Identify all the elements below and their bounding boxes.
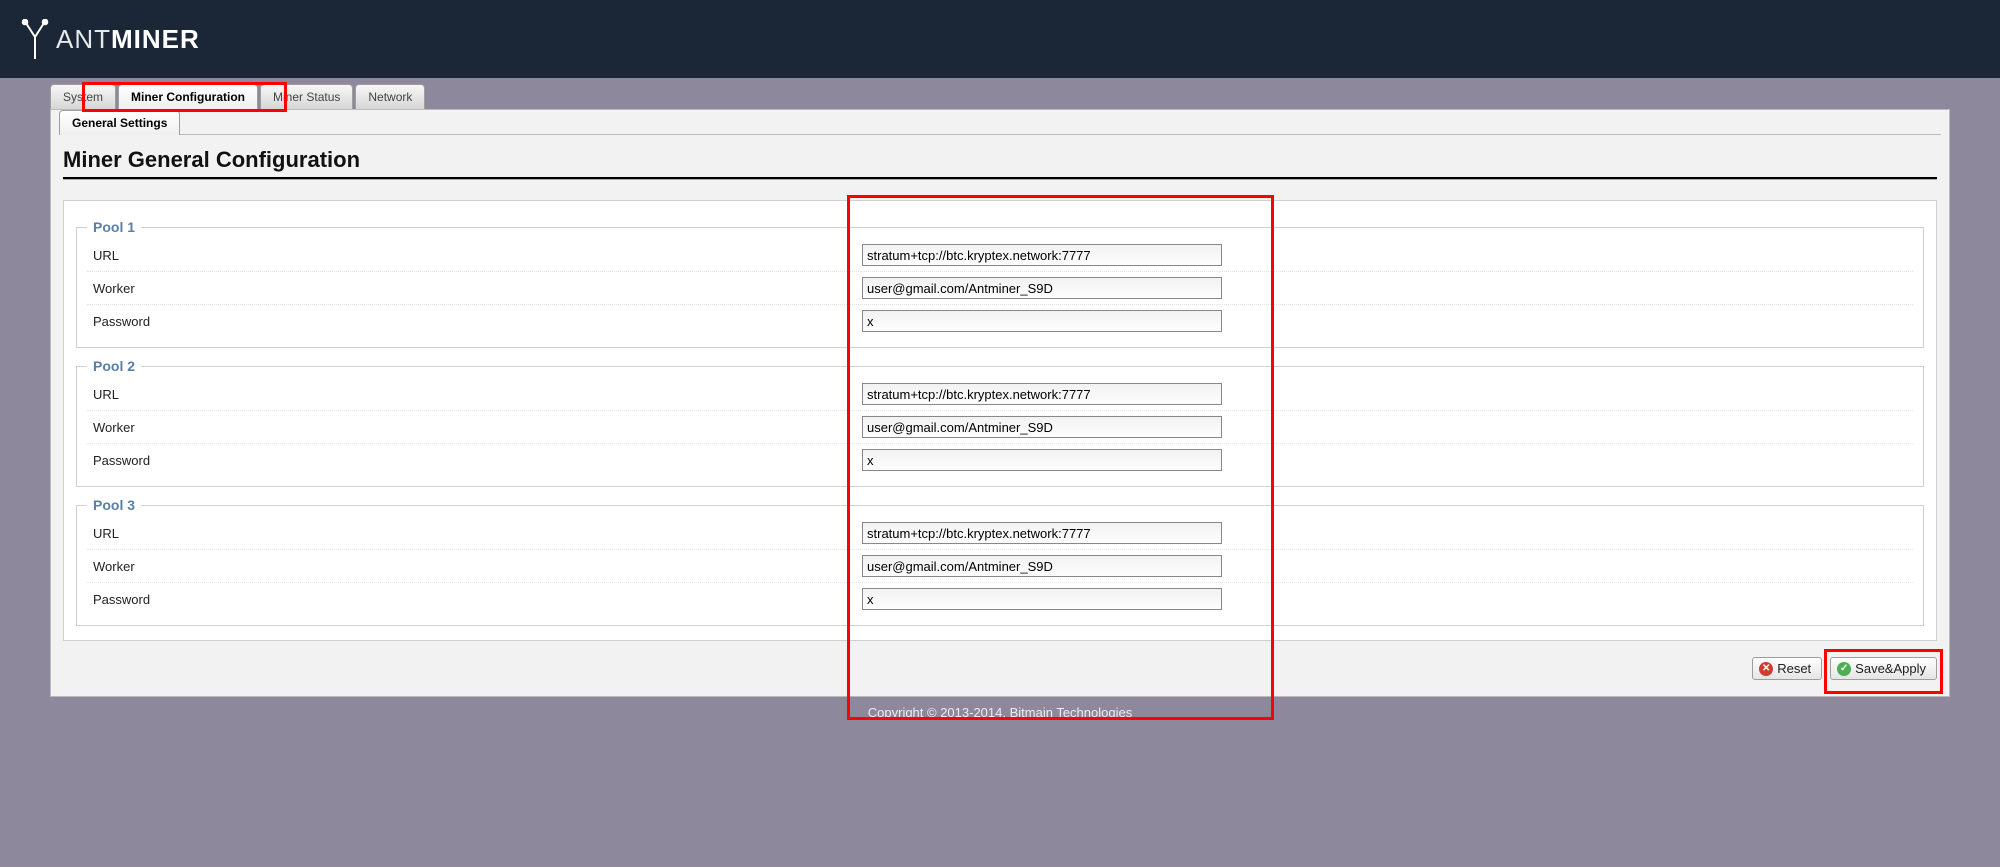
brand-text: ANTMINER [56, 24, 200, 55]
pool-1-url-row: URL [87, 239, 1913, 271]
pool-1-url-label: URL [87, 248, 862, 263]
save-apply-button[interactable]: ✓ Save&Apply [1830, 657, 1937, 680]
pool-3-url-label: URL [87, 526, 862, 541]
pool-3-password-label: Password [87, 592, 862, 607]
pool-2-worker-input[interactable] [862, 416, 1222, 438]
button-row: ✕ Reset ✓ Save&Apply [63, 657, 1937, 680]
pool-2-password-input[interactable] [862, 449, 1222, 471]
tab-miner-configuration[interactable]: Miner Configuration [118, 84, 258, 109]
cancel-icon: ✕ [1759, 662, 1773, 676]
pool-3-password-row: Password [87, 582, 1913, 615]
reset-button-label: Reset [1777, 661, 1811, 676]
check-icon: ✓ [1837, 662, 1851, 676]
pool-1-legend: Pool 1 [87, 219, 141, 235]
pool-1-password-input[interactable] [862, 310, 1222, 332]
pool-2-worker-label: Worker [87, 420, 862, 435]
pool-2-password-label: Password [87, 453, 862, 468]
pool-3-fieldset: Pool 3 URL Worker Password [76, 497, 1924, 626]
pool-2-legend: Pool 2 [87, 358, 141, 374]
top-bar: ANTMINER [0, 0, 2000, 78]
pool-3-url-row: URL [87, 517, 1913, 549]
tab-network[interactable]: Network [355, 84, 425, 109]
pool-3-legend: Pool 3 [87, 497, 141, 513]
pool-3-worker-label: Worker [87, 559, 862, 574]
pool-3-url-input[interactable] [862, 522, 1222, 544]
save-apply-button-label: Save&Apply [1855, 661, 1926, 676]
pool-2-url-label: URL [87, 387, 862, 402]
pool-1-password-label: Password [87, 314, 862, 329]
tab-miner-status[interactable]: Miner Status [260, 84, 353, 109]
brand-logo: ANTMINER [20, 19, 200, 59]
pool-2-url-row: URL [87, 378, 1913, 410]
main-tabstrip: System Miner Configuration Miner Status … [50, 84, 1950, 109]
pool-1-worker-row: Worker [87, 271, 1913, 304]
pool-1-password-row: Password [87, 304, 1913, 337]
footer-copyright: Copyright © 2013-2014, Bitmain Technolog… [0, 697, 2000, 750]
antenna-icon [20, 19, 50, 59]
divider-light [63, 179, 1937, 180]
pool-1-worker-label: Worker [87, 281, 862, 296]
pool-3-worker-input[interactable] [862, 555, 1222, 577]
pool-1-fieldset: Pool 1 URL Worker Password [76, 219, 1924, 348]
subtab-general-settings[interactable]: General Settings [59, 110, 180, 135]
sub-tabstrip: General Settings [59, 110, 1941, 135]
pool-2-password-row: Password [87, 443, 1913, 476]
pool-2-fieldset: Pool 2 URL Worker Password [76, 358, 1924, 487]
pool-1-url-input[interactable] [862, 244, 1222, 266]
pool-1-worker-input[interactable] [862, 277, 1222, 299]
pools-container: Pool 1 URL Worker Password Poo [63, 200, 1937, 641]
tab-system[interactable]: System [50, 84, 116, 109]
reset-button[interactable]: ✕ Reset [1752, 657, 1822, 680]
pool-3-worker-row: Worker [87, 549, 1913, 582]
pool-2-url-input[interactable] [862, 383, 1222, 405]
config-panel: General Settings Miner General Configura… [50, 109, 1950, 697]
pool-2-worker-row: Worker [87, 410, 1913, 443]
page-title: Miner General Configuration [63, 147, 1937, 173]
pool-3-password-input[interactable] [862, 588, 1222, 610]
